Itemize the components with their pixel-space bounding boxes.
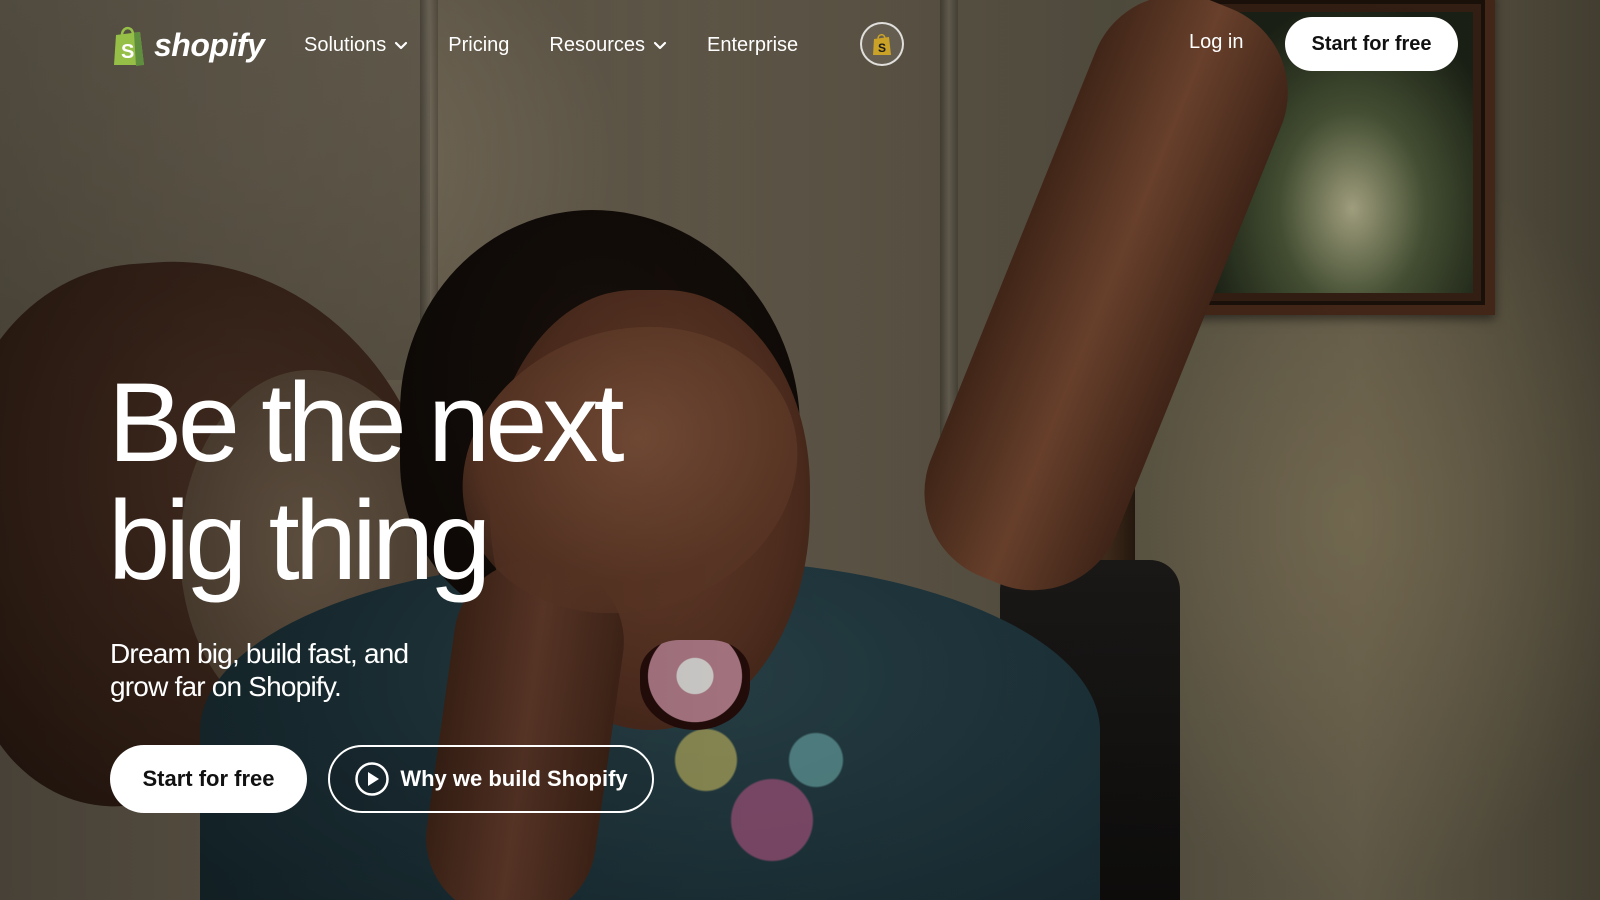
shop-app-button[interactable]: S <box>860 22 904 66</box>
shopify-logo[interactable]: S shopify <box>110 22 265 68</box>
nav-item-pricing[interactable]: Pricing <box>448 34 509 57</box>
shop-app-icon: S <box>873 33 891 55</box>
play-circle-icon <box>355 762 390 796</box>
login-link[interactable]: Log in <box>1189 31 1244 54</box>
site-header: S shopify Solutions Pricing Resources En… <box>0 0 1600 90</box>
hero-headline: Be the next big thing <box>108 364 808 600</box>
nav-item-label: Pricing <box>448 33 510 56</box>
nav-item-resources[interactable]: Resources <box>549 34 667 57</box>
nav-item-label: Solutions <box>304 33 387 56</box>
nav-item-label: Resources <box>549 33 646 56</box>
nav-item-enterprise[interactable]: Enterprise <box>707 34 798 57</box>
logo-wordmark: shopify <box>154 26 265 63</box>
hero-subheading-line: grow far on Shopify. <box>110 671 342 702</box>
nav-item-solutions[interactable]: Solutions <box>304 34 408 57</box>
page: S shopify Solutions Pricing Resources En… <box>0 0 1600 900</box>
primary-nav: Solutions Pricing Resources Enterprise <box>304 28 838 62</box>
hero-subheading-line: Dream big, build fast, and <box>110 638 409 669</box>
start-for-free-header-button[interactable]: Start for free <box>1285 17 1458 71</box>
hero-headline-line: big thing <box>108 478 491 603</box>
chevron-down-icon <box>395 41 408 50</box>
hero-subheading: Dream big, build fast, and grow far on S… <box>110 637 440 703</box>
chevron-down-icon <box>653 41 667 50</box>
svg-text:S: S <box>121 41 134 63</box>
why-we-build-shopify-label: Why we build Shopify <box>400 766 628 791</box>
svg-text:S: S <box>878 41 886 55</box>
nav-item-label: Enterprise <box>707 33 799 56</box>
why-we-build-shopify-button[interactable]: Why we build Shopify <box>328 745 654 813</box>
shopify-bag-icon: S <box>114 26 144 66</box>
hero-headline-line: Be the next <box>108 360 625 485</box>
start-for-free-button[interactable]: Start for free <box>110 745 307 813</box>
